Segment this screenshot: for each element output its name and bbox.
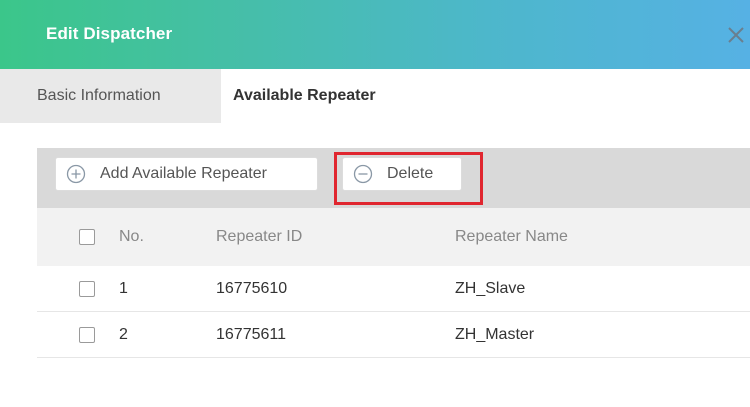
tab-basic-information[interactable]: Basic Information — [0, 69, 221, 123]
dialog-titlebar: Edit Dispatcher — [0, 0, 750, 69]
tab-bar: Basic Information Available Repeater — [0, 69, 750, 123]
close-icon[interactable] — [726, 25, 746, 45]
add-available-repeater-button[interactable]: Add Available Repeater — [55, 157, 318, 191]
toolbar: Add Available Repeater Delete — [37, 148, 750, 208]
cell-repeater-name: ZH_Master — [455, 325, 535, 343]
row-checkbox[interactable] — [79, 326, 95, 343]
delete-button[interactable]: Delete — [342, 157, 462, 191]
tab-available-repeater[interactable]: Available Repeater — [221, 69, 481, 123]
table-row[interactable]: 1 16775610 ZH_Slave — [37, 266, 750, 312]
dialog-title: Edit Dispatcher — [46, 24, 173, 43]
table-header: No. Repeater ID Repeater Name — [37, 208, 750, 266]
cell-no: 1 — [119, 279, 128, 297]
select-all-checkbox[interactable] — [79, 229, 95, 245]
add-button-label: Add Available Repeater — [100, 165, 267, 182]
delete-button-label: Delete — [387, 165, 434, 182]
header-no: No. — [119, 228, 144, 245]
header-repeater-name: Repeater Name — [455, 228, 568, 245]
row-checkbox[interactable] — [79, 280, 95, 297]
repeater-table: No. Repeater ID Repeater Name 1 16775610… — [37, 208, 750, 358]
cell-repeater-id: 16775610 — [216, 279, 288, 297]
cell-no: 2 — [119, 325, 128, 343]
plus-circle-icon — [66, 164, 86, 184]
table-row[interactable]: 2 16775611 ZH_Master — [37, 312, 750, 358]
cell-repeater-id: 16775611 — [216, 325, 286, 343]
minus-circle-icon — [353, 164, 373, 184]
cell-repeater-name: ZH_Slave — [455, 279, 526, 297]
header-repeater-id: Repeater ID — [216, 228, 303, 245]
